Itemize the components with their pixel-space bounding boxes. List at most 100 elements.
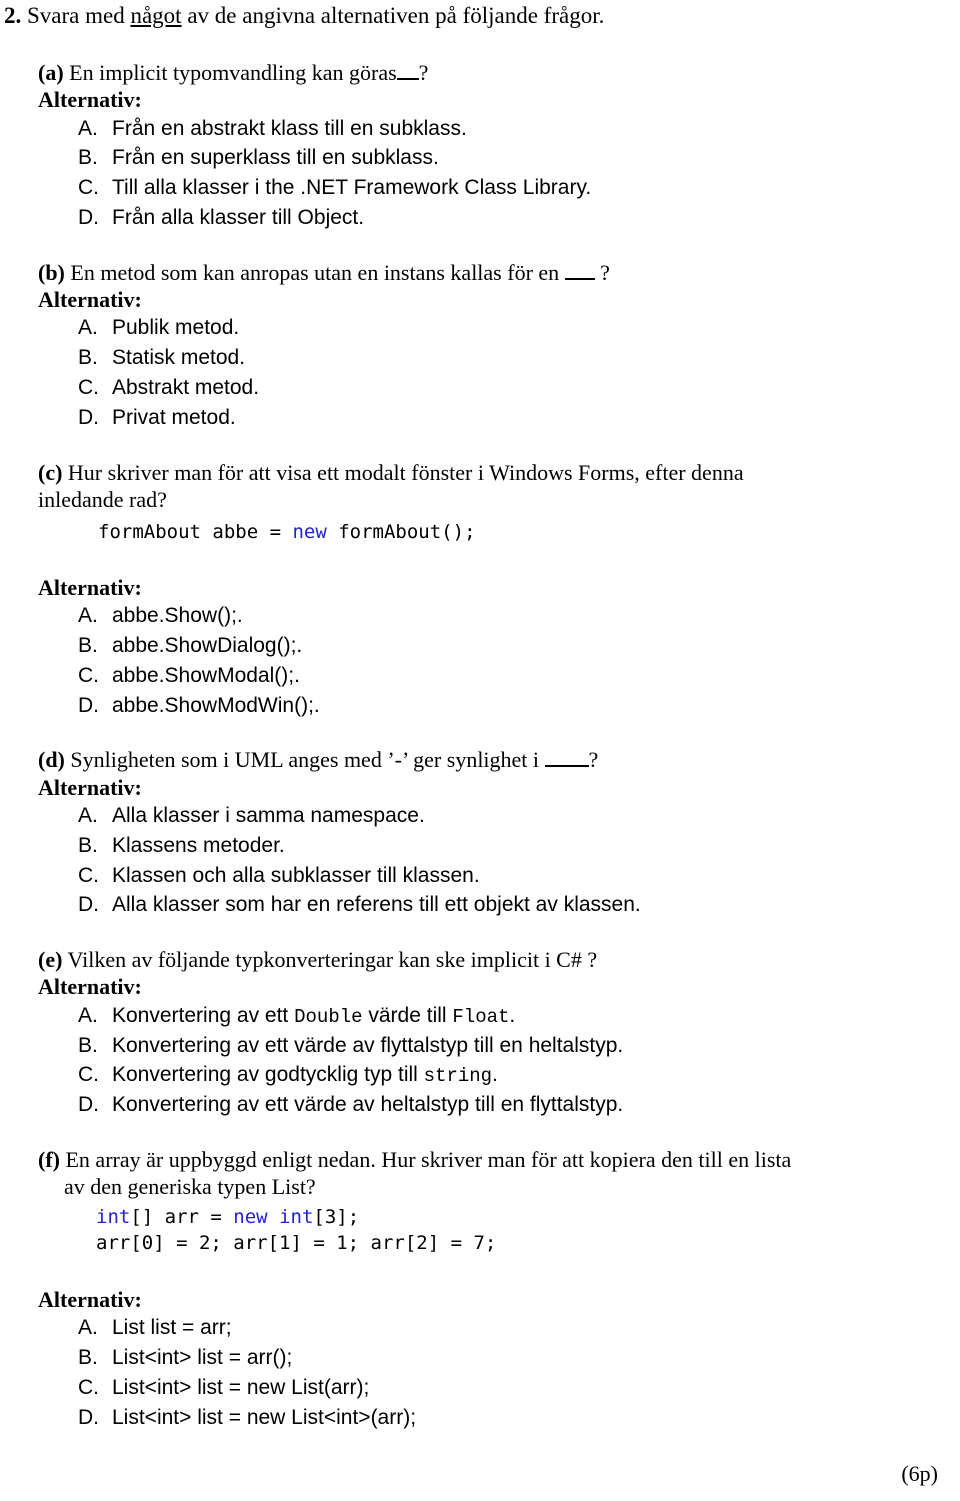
question-b-body: En metod som kan anropas utan en instans… <box>70 259 565 285</box>
question-b-body-tail: ? <box>594 259 610 285</box>
question-c-body-line2: inledande rad? <box>38 486 167 512</box>
code-snippet-c: formAbout abbe = new formAbout(); <box>98 519 950 545</box>
option-letter: D. <box>78 1405 99 1429</box>
alternativ-label-b: Alternativ: <box>38 286 142 312</box>
option-letter: B. <box>78 833 98 857</box>
option-a-c[interactable]: C. Till alla klasser i the .NET Framewor… <box>38 173 950 203</box>
code-keyword-int: int <box>279 1206 314 1229</box>
options-list-d: A. Alla klasser i samma namespace. B. Kl… <box>38 801 950 920</box>
option-text-post: . <box>492 1063 498 1087</box>
option-text: abbe.Show();. <box>112 604 243 628</box>
option-letter: A. <box>78 316 98 340</box>
inline-code-string: string <box>423 1065 493 1088</box>
option-letter: D. <box>78 1093 99 1117</box>
question-e: (e) Vilken av följande typkonverteringar… <box>38 946 950 1120</box>
question-b-label: (b) <box>38 259 65 285</box>
option-text-pre: Konvertering av ett <box>112 1003 295 1027</box>
option-letter: C. <box>78 1375 99 1399</box>
option-text: List list = arr; <box>112 1316 232 1340</box>
option-e-d[interactable]: D. Konvertering av ett värde av heltalst… <box>38 1090 950 1120</box>
option-text: List<int> list = new List(arr); <box>112 1375 370 1399</box>
option-letter: C. <box>78 375 99 399</box>
option-text: abbe.ShowDialog();. <box>112 634 303 658</box>
question-f-body: En array är uppbyggd enligt nedan. Hur s… <box>65 1147 792 1173</box>
question-e-text: (e) Vilken av följande typkonverteringar… <box>38 946 950 973</box>
question-d-body-tail: ? <box>588 747 599 773</box>
option-text: Abstrakt metod. <box>112 375 260 399</box>
answer-blank <box>544 765 589 768</box>
option-c-a[interactable]: A. abbe.Show();. <box>38 601 950 631</box>
option-letter: A. <box>78 604 98 628</box>
alternativ-label-d: Alternativ: <box>38 774 142 800</box>
inline-code-float: Float <box>452 1005 510 1028</box>
option-d-c[interactable]: C. Klassen och alla subklasser till klas… <box>38 861 950 891</box>
option-letter: B. <box>78 1345 98 1369</box>
option-d-b[interactable]: B. Klassens metoder. <box>38 831 950 861</box>
option-c-c[interactable]: C. abbe.ShowModal();. <box>38 661 950 691</box>
question-b-text: (b) En metod som kan anropas utan en ins… <box>38 259 950 286</box>
option-letter: C. <box>78 863 99 887</box>
option-f-b[interactable]: B. List<int> list = arr(); <box>38 1343 950 1373</box>
answer-blank <box>564 277 595 280</box>
option-e-b[interactable]: B. Konvertering av ett värde av flyttals… <box>38 1031 950 1061</box>
code-plain: [] arr = <box>130 1206 234 1229</box>
options-list-c: A. abbe.Show();. B. abbe.ShowDialog();. … <box>38 601 950 720</box>
option-b-d[interactable]: D. Privat metod. <box>38 403 950 433</box>
option-e-a[interactable]: A. Konvertering av ett Double värde till… <box>38 1001 950 1031</box>
option-d-a[interactable]: A. Alla klasser i samma namespace. <box>38 801 950 831</box>
question-f-text: (f) En array är uppbyggd enligt nedan. H… <box>38 1146 950 1200</box>
option-f-c[interactable]: C. List<int> list = new List(arr); <box>38 1373 950 1403</box>
option-text: Från alla klasser till Object. <box>112 206 365 229</box>
option-b-b[interactable]: B. Statisk metod. <box>38 343 950 373</box>
question-f-label: (f) <box>38 1147 60 1173</box>
option-text: Från en superklass till en subklass. <box>112 146 439 170</box>
option-letter: A. <box>78 116 98 140</box>
question-f: (f) En array är uppbyggd enligt nedan. H… <box>38 1146 950 1432</box>
item-number: 2. <box>4 3 22 28</box>
item-intro-text: Svara med något av de angivna alternativ… <box>27 2 604 29</box>
option-text: abbe.ShowModal();. <box>112 663 300 687</box>
option-letter: A. <box>78 1316 98 1340</box>
question-a-text: (a) En implicit typomvandling kan göras? <box>38 59 950 86</box>
question-e-label: (e) <box>38 947 63 973</box>
option-letter: D. <box>78 405 99 429</box>
option-letter: D. <box>78 206 99 229</box>
item-intro-after: av de angivna alternativen på följande f… <box>181 3 605 28</box>
option-c-d[interactable]: D. abbe.ShowModWin();. <box>38 691 950 721</box>
option-letter: C. <box>78 1063 99 1087</box>
question-d-body: Synligheten som i UML anges med ’-’ ger … <box>70 747 545 773</box>
exam-page: 2. Svara med något av de angivna alterna… <box>0 0 960 1501</box>
option-text: Konvertering av godtycklig typ till stri… <box>112 1060 950 1090</box>
code-line-2: arr[0] = 2; arr[1] = 1; arr[2] = 7; <box>96 1232 497 1255</box>
option-b-a[interactable]: A. Publik metod. <box>38 313 950 343</box>
question-c-label: (c) <box>38 459 63 485</box>
option-letter: A. <box>78 803 98 827</box>
option-letter: B. <box>78 346 98 370</box>
option-a-a[interactable]: A. Från en abstrakt klass till en subkla… <box>38 114 950 144</box>
options-list-f: A. List list = arr; B. List<int> list = … <box>38 1313 950 1432</box>
option-f-d[interactable]: D. List<int> list = new List<int>(arr); <box>38 1403 950 1433</box>
option-text: Statisk metod. <box>112 346 246 370</box>
options-list-a: A. Från en abstrakt klass till en subkla… <box>38 114 950 233</box>
option-c-b[interactable]: B. abbe.ShowDialog();. <box>38 631 950 661</box>
option-text: Klassens metoder. <box>112 833 285 857</box>
question-a: (a) En implicit typomvandling kan göras?… <box>38 59 950 233</box>
alternativ-label-e: Alternativ: <box>38 974 142 1000</box>
option-text: Konvertering av ett värde av flyttalstyp… <box>112 1033 624 1057</box>
option-b-c[interactable]: C. Abstrakt metod. <box>38 373 950 403</box>
option-a-b[interactable]: B. Från en superklass till en subklass. <box>38 143 950 173</box>
option-letter: C. <box>78 663 99 687</box>
option-d-d[interactable]: D. Alla klasser som har en referens till… <box>38 890 950 920</box>
option-f-a[interactable]: A. List list = arr; <box>38 1313 950 1343</box>
option-text-mid: värde till <box>362 1003 453 1027</box>
option-letter: B. <box>78 1033 98 1057</box>
option-text: abbe.ShowModWin();. <box>112 693 320 717</box>
code-keyword-new: new <box>292 520 327 543</box>
options-list-b: A. Publik metod. B. Statisk metod. C. Ab… <box>38 313 950 432</box>
option-e-c[interactable]: C. Konvertering av godtycklig typ till s… <box>38 1060 950 1090</box>
option-letter: A. <box>78 1003 98 1027</box>
question-c-text: (c) Hur skriver man för att visa ett mod… <box>38 459 950 513</box>
code-plain: formAbout(); <box>326 520 476 543</box>
question-a-body: En implicit typomvandling kan göras <box>69 60 397 86</box>
option-a-d[interactable]: D. Från alla klasser till Object. <box>38 203 950 233</box>
